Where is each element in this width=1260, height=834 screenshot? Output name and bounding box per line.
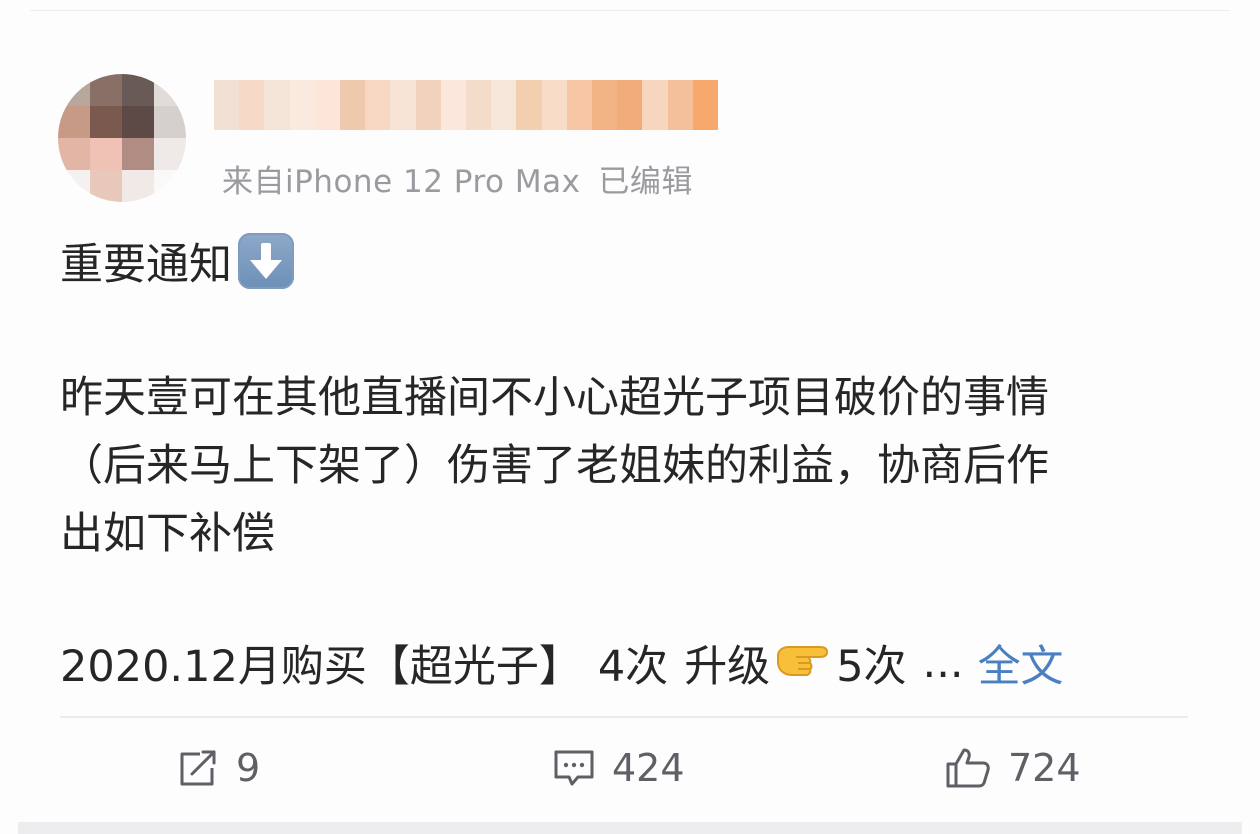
- comment-count: 424: [612, 746, 685, 790]
- name-blur-segment: [365, 80, 391, 130]
- avatar-pixel: [154, 170, 186, 202]
- name-blur-segment: [667, 80, 693, 130]
- avatar-pixel: [90, 170, 122, 202]
- avatar-pixel: [122, 170, 154, 202]
- repost-button[interactable]: 9: [176, 746, 260, 790]
- like-button[interactable]: 724: [944, 746, 1081, 790]
- name-blur-segment: [466, 80, 492, 130]
- post-body: 昨天壹可在其他直播间不小心超光子项目破价的事情 （后来马上下架了）伤害了老姐妹的…: [60, 364, 1180, 568]
- avatar-pixel: [122, 74, 154, 106]
- name-blur-segment: [592, 80, 618, 130]
- down-arrow-emoji-icon: [238, 233, 294, 289]
- username-blurred[interactable]: [214, 80, 719, 130]
- times-before: 4次: [597, 642, 669, 692]
- name-blur-segment: [491, 80, 517, 130]
- purchase-line: 2020.12月购买【超光子】 4次 升级 5次 ... 全文: [60, 632, 1064, 694]
- notice-title: 重要通知: [60, 230, 294, 292]
- body-line-2: （后来马上下架了）伤害了老姐妹的利益，协商后作: [60, 441, 1049, 491]
- avatar-pixel: [154, 106, 186, 138]
- name-blur-segment: [415, 80, 441, 130]
- like-count: 724: [1008, 746, 1081, 790]
- avatar-pixel: [90, 74, 122, 106]
- bottom-band: [18, 822, 1242, 834]
- avatar-pixel: [90, 106, 122, 138]
- top-divider: [30, 10, 1230, 11]
- avatar-pixel: [122, 138, 154, 170]
- title-text: 重要通知: [60, 240, 232, 290]
- repost-count: 9: [236, 746, 261, 790]
- avatar-pixel: [58, 170, 90, 202]
- ellipsis: ...: [922, 638, 964, 688]
- name-blur-segment: [541, 80, 567, 130]
- name-blur-segment: [566, 80, 593, 130]
- avatar-pixel: [90, 138, 122, 170]
- name-blur-segment: [314, 80, 341, 130]
- name-blur-segment: [617, 80, 643, 130]
- name-blur-segment: [390, 80, 416, 130]
- action-divider: [60, 716, 1188, 718]
- name-blur-segment: [264, 80, 290, 130]
- name-blur-segment: [440, 80, 467, 130]
- avatar-pixel: [122, 106, 154, 138]
- full-text-link[interactable]: 全文: [978, 632, 1064, 694]
- name-blur-segment: [340, 80, 366, 130]
- name-blur-segment: [214, 80, 240, 130]
- name-blur-segment: [516, 80, 542, 130]
- avatar[interactable]: [58, 74, 186, 202]
- name-blur-segment: [692, 80, 719, 130]
- thumbs-up-icon: [946, 748, 990, 788]
- repost-icon: [180, 750, 216, 786]
- comment-icon: [554, 750, 594, 786]
- avatar-pixel: [58, 74, 90, 106]
- post-meta: 来自iPhone 12 Pro Max 已编辑: [222, 156, 693, 201]
- avatar-pixel: [154, 74, 186, 106]
- body-line-3: 出如下补偿: [60, 509, 275, 559]
- comment-button[interactable]: 424: [552, 746, 685, 790]
- avatar-pixel: [58, 106, 90, 138]
- name-blur-segment: [642, 80, 668, 130]
- edited-label: 已编辑: [598, 164, 693, 200]
- name-blur-segment: [239, 80, 265, 130]
- source-label: 来自iPhone 12 Pro Max: [222, 164, 581, 200]
- purchase-item: 2020.12月购买【超光子】: [60, 642, 582, 692]
- body-line-1: 昨天壹可在其他直播间不小心超光子项目破价的事情: [60, 373, 1049, 423]
- avatar-pixel: [154, 138, 186, 170]
- avatar-pixel: [58, 138, 90, 170]
- upgrade-label: 升级: [684, 642, 771, 692]
- name-blur-segment: [289, 80, 315, 130]
- times-after: 5次: [836, 642, 907, 692]
- pointing-hand-icon: [774, 638, 832, 689]
